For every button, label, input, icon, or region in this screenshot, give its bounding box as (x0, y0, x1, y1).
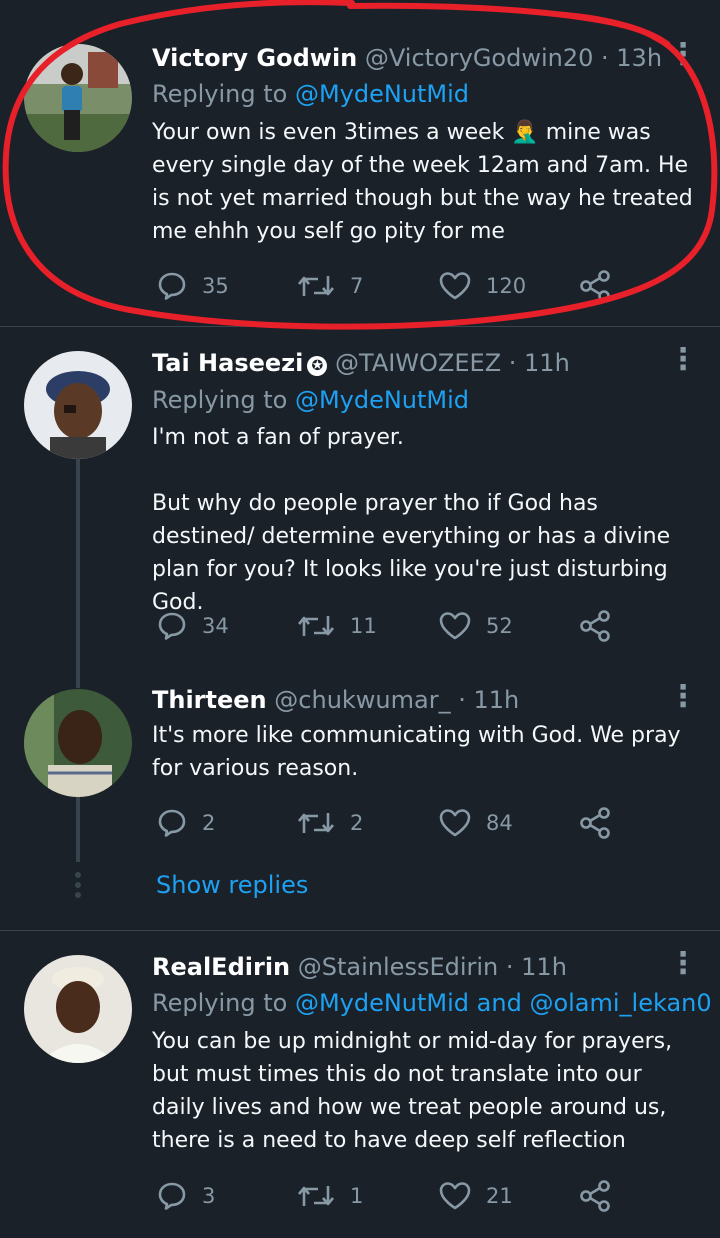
share-icon (578, 1179, 612, 1213)
like-count: 21 (486, 1184, 513, 1208)
retweet-count: 11 (350, 614, 377, 638)
share-button[interactable] (578, 1176, 612, 1216)
avatar[interactable] (24, 44, 132, 152)
tweet-text: You can be up midnight or mid-day for pr… (152, 1029, 680, 1153)
mention-link[interactable]: @olami_lekan0 (529, 989, 711, 1017)
tweet-header: Victory Godwin @VictoryGodwin20 · 13h (152, 40, 662, 76)
avatar[interactable] (24, 955, 132, 1063)
reply-icon (156, 610, 188, 642)
verified-badge-icon: ✪ (307, 356, 328, 376)
retweet-button[interactable]: 11 (296, 606, 377, 646)
replying-prefix: Replying to (152, 386, 295, 414)
share-button[interactable] (578, 803, 612, 843)
retweet-count: 7 (350, 274, 364, 298)
avatar[interactable] (24, 689, 132, 797)
replying-prefix: Replying to (152, 989, 295, 1017)
avatar[interactable] (24, 351, 132, 459)
reply-button[interactable]: 34 (156, 606, 229, 646)
retweet-button[interactable]: 7 (296, 266, 363, 306)
replying-joiner: and (469, 989, 530, 1017)
reply-icon (156, 807, 188, 839)
timestamp[interactable]: 13h (616, 44, 662, 72)
show-replies-link[interactable]: Show replies (156, 867, 308, 903)
reply-button[interactable]: 2 (156, 803, 215, 843)
replying-to: Replying to @MydeNutMid (152, 383, 700, 417)
retweet-button[interactable]: 2 (296, 803, 363, 843)
timestamp[interactable]: 11h (521, 953, 567, 981)
reply-count: 35 (202, 274, 229, 298)
retweet-icon (296, 1180, 336, 1212)
retweet-icon (296, 610, 336, 642)
author-name[interactable]: Thirteen (152, 686, 267, 714)
tweet-header: Tai Haseezi ✪ @TAIWOZEEZ · 11h (152, 345, 660, 381)
share-icon (578, 806, 612, 840)
tweet-header: Thirteen @chukwumar_ · 11h (152, 682, 660, 718)
like-count: 52 (486, 614, 513, 638)
replying-to: Replying to @MydeNutMid (152, 77, 700, 111)
author-name[interactable]: RealEdirin (152, 953, 290, 981)
tweet-text: Your own is even 3times a week 🤦‍♂️ mine… (152, 120, 700, 244)
like-count: 120 (486, 274, 527, 298)
like-button[interactable]: 52 (438, 606, 513, 646)
tweet-actions: 35 7 120 (152, 266, 632, 306)
reply-icon (156, 1180, 188, 1212)
like-count: 84 (486, 811, 513, 835)
heart-icon (438, 807, 472, 839)
retweet-icon (296, 807, 336, 839)
thread-dots (75, 872, 81, 902)
heart-icon (438, 270, 472, 302)
reply-count: 34 (202, 614, 229, 638)
retweet-button[interactable]: 1 (296, 1176, 363, 1216)
share-button[interactable] (578, 606, 612, 646)
replying-to: Replying to @MydeNutMid and @olami_lekan… (152, 986, 712, 1020)
heart-icon (438, 1180, 472, 1212)
mention-link[interactable]: @MydeNutMid (295, 989, 469, 1017)
tweet-header: RealEdirin @StainlessEdirin · 11h (152, 949, 660, 985)
heart-icon (438, 610, 472, 642)
timestamp[interactable]: 11h (524, 349, 570, 377)
tweet-actions: 3 1 21 (152, 1176, 632, 1216)
author-handle[interactable]: @TAIWOZEEZ (335, 349, 501, 377)
retweet-count: 2 (350, 811, 364, 835)
tweet-text: It's more like communicating with God. W… (152, 723, 688, 781)
like-button[interactable]: 21 (438, 1176, 513, 1216)
share-icon (578, 269, 612, 303)
share-icon (578, 609, 612, 643)
retweet-icon (296, 270, 336, 302)
tweet-tai-haseezi[interactable]: Tai Haseezi ✪ @TAIWOZEEZ · 11h ⋮ Replying… (0, 327, 720, 667)
tweet-actions: 2 2 84 (152, 803, 632, 843)
tweet-victory-godwin[interactable]: Victory Godwin @VictoryGodwin20 · 13h ⋮ … (0, 0, 720, 326)
tweet-realedirin[interactable]: RealEdirin @StainlessEdirin · 11h ⋮ Repl… (0, 931, 720, 1238)
more-vertical-icon[interactable]: ⋮ (668, 343, 698, 379)
author-handle[interactable]: @StainlessEdirin (298, 953, 498, 981)
author-handle[interactable]: @VictoryGodwin20 (365, 44, 593, 72)
reply-count: 3 (202, 1184, 216, 1208)
reply-button[interactable]: 3 (156, 1176, 215, 1216)
separator: · (593, 44, 617, 72)
reply-button[interactable]: 35 (156, 266, 229, 306)
timestamp[interactable]: 11h (473, 686, 519, 714)
share-button[interactable] (578, 266, 612, 306)
mention-link[interactable]: @MydeNutMid (295, 80, 469, 108)
tweet-actions: 34 11 52 (152, 606, 632, 646)
more-vertical-icon[interactable]: ⋮ (668, 38, 698, 74)
retweet-count: 1 (350, 1184, 364, 1208)
more-vertical-icon[interactable]: ⋮ (668, 680, 698, 716)
separator: · (450, 686, 474, 714)
mention-link[interactable]: @MydeNutMid (295, 386, 469, 414)
tweet-text: I'm not a fan of prayer. But why do peop… (152, 425, 671, 615)
like-button[interactable]: 120 (438, 266, 526, 306)
replying-prefix: Replying to (152, 80, 295, 108)
tweet-thirteen[interactable]: Thirteen @chukwumar_ · 11h ⋮ It's more l… (0, 667, 720, 867)
author-name[interactable]: Tai Haseezi (152, 349, 303, 377)
like-button[interactable]: 84 (438, 803, 513, 843)
more-vertical-icon[interactable]: ⋮ (668, 947, 698, 983)
separator: · (498, 953, 522, 981)
reply-icon (156, 270, 188, 302)
separator: · (501, 349, 525, 377)
author-name[interactable]: Victory Godwin (152, 44, 357, 72)
reply-count: 2 (202, 811, 216, 835)
author-handle[interactable]: @chukwumar_ (274, 686, 450, 714)
